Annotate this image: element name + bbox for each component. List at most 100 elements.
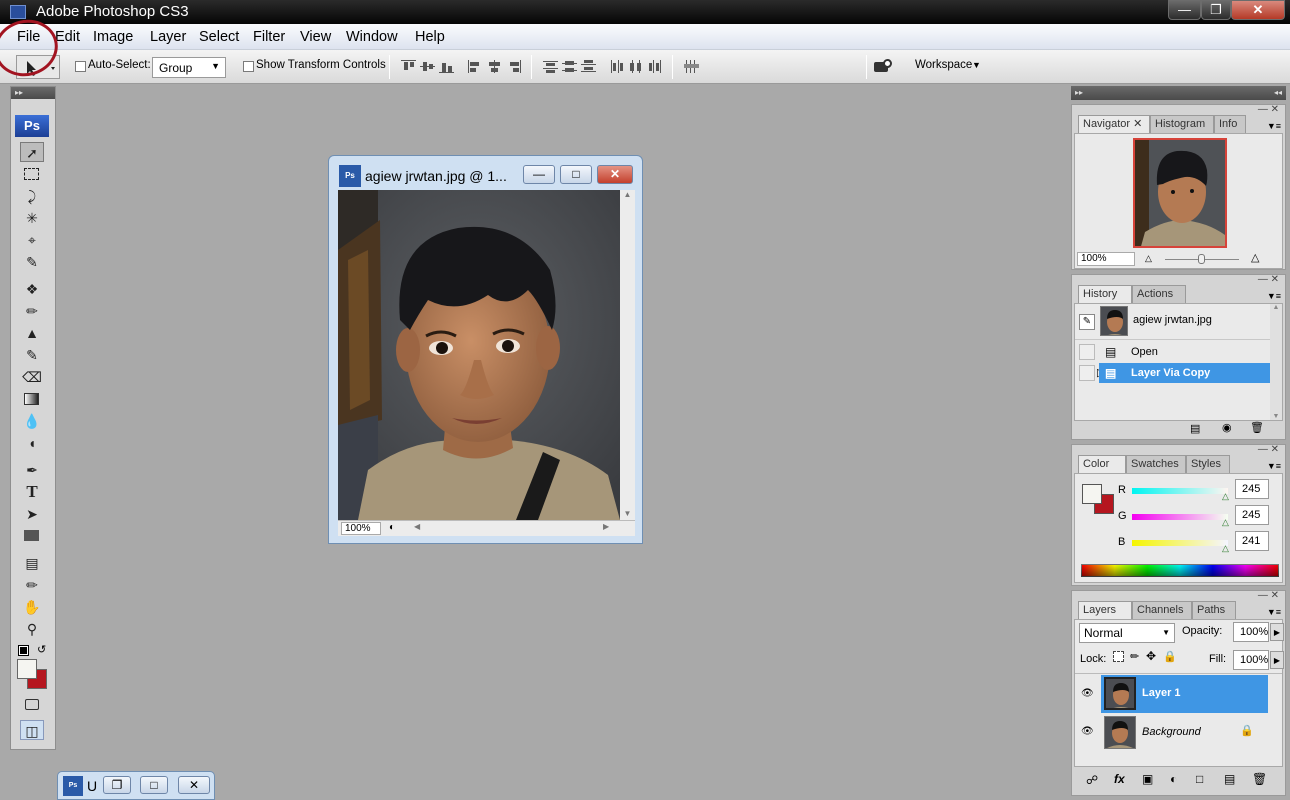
distribute-vcenter-icon[interactable] (562, 60, 577, 73)
type-tool-icon[interactable]: T (20, 482, 44, 502)
tab-history[interactable]: History ✕ (1078, 285, 1132, 317)
layer-mask-icon[interactable]: ▣ (1142, 772, 1153, 786)
lock-position-icon[interactable]: ✥ (1146, 649, 1156, 663)
tab-color[interactable]: Color ✕ (1078, 455, 1126, 487)
maximize-button[interactable]: □ (140, 776, 168, 794)
fill-arrow-icon[interactable]: ▶ (1270, 651, 1284, 669)
new-layer-icon[interactable]: ▤ (1224, 772, 1235, 786)
slider-thumb[interactable]: △ (1222, 543, 1229, 554)
marquee-tool-icon[interactable] (20, 164, 44, 184)
tab-navigator[interactable]: Navigator ✕ (1078, 115, 1150, 133)
crop-tool-icon[interactable]: ⌖ (20, 230, 44, 250)
distribute-bottom-icon[interactable] (581, 60, 596, 73)
tab-actions[interactable]: Actions (1132, 285, 1186, 303)
new-group-icon[interactable]: □ (1196, 772, 1203, 786)
dodge-tool-icon[interactable]: ◖ (20, 433, 44, 453)
distribute-top-icon[interactable] (543, 60, 558, 73)
menu-help[interactable]: Help (415, 29, 445, 45)
auto-select-dropdown[interactable]: Group ▼ (152, 57, 226, 78)
restore-button[interactable]: ❐ (103, 776, 131, 794)
blue-slider[interactable] (1132, 540, 1228, 546)
minimized-document[interactable]: Ps U ❐ □ ✕ (57, 771, 215, 800)
green-value[interactable]: 245 (1235, 505, 1269, 525)
camera-icon[interactable]: ◉ (1222, 421, 1232, 434)
tab-paths[interactable]: Paths (1192, 601, 1236, 619)
red-slider[interactable] (1132, 488, 1228, 494)
brush-tool-icon[interactable]: ✏ (20, 301, 44, 321)
new-document-icon[interactable]: ▤ (1190, 422, 1200, 435)
auto-select-checkbox[interactable] (75, 61, 86, 72)
vertical-scrollbar[interactable]: ▲ ▼ (620, 190, 635, 520)
lock-pixels-icon[interactable]: ✏ (1130, 650, 1139, 663)
history-item-open[interactable]: ▤ Open (1079, 342, 1270, 362)
quick-mask-icon[interactable] (20, 695, 44, 715)
panel-menu-icon[interactable]: ▼≡ (1267, 607, 1281, 617)
align-top-icon[interactable] (401, 60, 416, 73)
doc-maximize-button[interactable]: □ (560, 165, 592, 184)
align-hcenter-icon[interactable] (487, 60, 502, 73)
panel-menu-icon[interactable]: ▼≡ (1267, 461, 1281, 471)
adjustment-layer-icon[interactable]: ◐ (1170, 772, 1177, 786)
zoom-level[interactable]: 100% (341, 522, 381, 535)
path-selection-tool-icon[interactable]: ➤ (20, 504, 44, 524)
slider-thumb[interactable] (1198, 254, 1205, 264)
workspace-menu[interactable]: Workspace (915, 59, 972, 71)
layer-name[interactable]: Layer 1 (1142, 687, 1181, 699)
opacity-arrow-icon[interactable]: ▶ (1270, 623, 1284, 641)
menu-edit[interactable]: Edit (55, 29, 80, 45)
navigator-zoom[interactable]: 100% (1077, 252, 1135, 266)
zoom-out-icon[interactable]: △ (1145, 253, 1152, 264)
document-canvas[interactable] (338, 190, 620, 520)
menu-window[interactable]: Window (346, 29, 398, 45)
menu-layer[interactable]: Layer (150, 29, 186, 45)
history-source-checkbox[interactable] (1079, 344, 1095, 360)
align-right-icon[interactable] (506, 60, 521, 73)
menu-view[interactable]: View (300, 29, 331, 45)
tab-channels[interactable]: Channels (1132, 601, 1192, 619)
eraser-tool-icon[interactable]: ⌫ (20, 367, 44, 387)
green-slider[interactable] (1132, 514, 1228, 520)
blend-mode-dropdown[interactable]: Normal ▼ (1079, 623, 1175, 643)
pen-tool-icon[interactable]: ✒ (20, 460, 44, 480)
auto-align-icon[interactable] (684, 60, 699, 73)
history-item-layer-via-copy[interactable]: ▷ ▤ Layer Via Copy (1079, 363, 1270, 383)
healing-brush-tool-icon[interactable]: ❖ (20, 279, 44, 299)
clone-stamp-tool-icon[interactable]: ▲ (20, 323, 44, 343)
blue-value[interactable]: 241 (1235, 531, 1269, 551)
zoom-tool-icon[interactable]: ⚲ (20, 619, 44, 639)
gradient-tool-icon[interactable] (20, 389, 44, 409)
snapshot-label[interactable]: agiew jrwtan.jpg (1133, 314, 1212, 326)
tab-styles[interactable]: Styles (1186, 455, 1230, 473)
layer-name[interactable]: Background (1142, 726, 1201, 738)
navigator-preview[interactable] (1133, 138, 1227, 248)
distribute-left-icon[interactable] (610, 60, 625, 73)
close-button[interactable]: ✕ (1231, 0, 1285, 20)
file-browser-icon[interactable] (874, 59, 894, 75)
maximize-button[interactable]: ❐ (1201, 0, 1231, 20)
close-icon[interactable]: — ✕ (1258, 590, 1279, 601)
layer-row-layer-1[interactable]: Layer 1 (1101, 675, 1268, 713)
status-menu-icon[interactable]: ◐ (389, 522, 395, 533)
color-fg-swatch[interactable] (1082, 484, 1102, 504)
menu-select[interactable]: Select (199, 29, 239, 45)
history-source-checkbox[interactable] (1079, 365, 1095, 381)
scroll-right-icon[interactable]: ▶ (603, 522, 609, 531)
close-button[interactable]: ✕ (178, 776, 210, 794)
menu-image[interactable]: Image (93, 29, 133, 45)
notes-tool-icon[interactable]: ▤ (20, 553, 44, 573)
delete-layer-icon[interactable]: 🗑 (1252, 772, 1267, 786)
swap-colors-icon[interactable]: ↺ (37, 643, 46, 656)
slider-thumb[interactable]: △ (1222, 517, 1229, 528)
visibility-eye-icon[interactable]: 👁 (1081, 688, 1095, 699)
magic-wand-tool-icon[interactable]: ✳ (20, 208, 44, 228)
doc-minimize-button[interactable]: — (523, 165, 555, 184)
lock-all-icon[interactable]: 🔒 (1163, 650, 1177, 663)
layer-row-background[interactable]: Background 🔒 (1101, 714, 1268, 752)
doc-close-button[interactable]: ✕ (597, 165, 633, 184)
fill-field[interactable]: 100% (1233, 650, 1269, 670)
opacity-field[interactable]: 100% (1233, 622, 1269, 642)
document-window[interactable]: Ps agiew jrwtan.jpg @ 1... — □ ✕ ▲ ▼ 100… (328, 155, 643, 544)
layer-style-icon[interactable]: fx (1114, 772, 1125, 786)
foreground-color-swatch[interactable] (17, 659, 37, 679)
blur-tool-icon[interactable]: 💧 (20, 411, 44, 431)
